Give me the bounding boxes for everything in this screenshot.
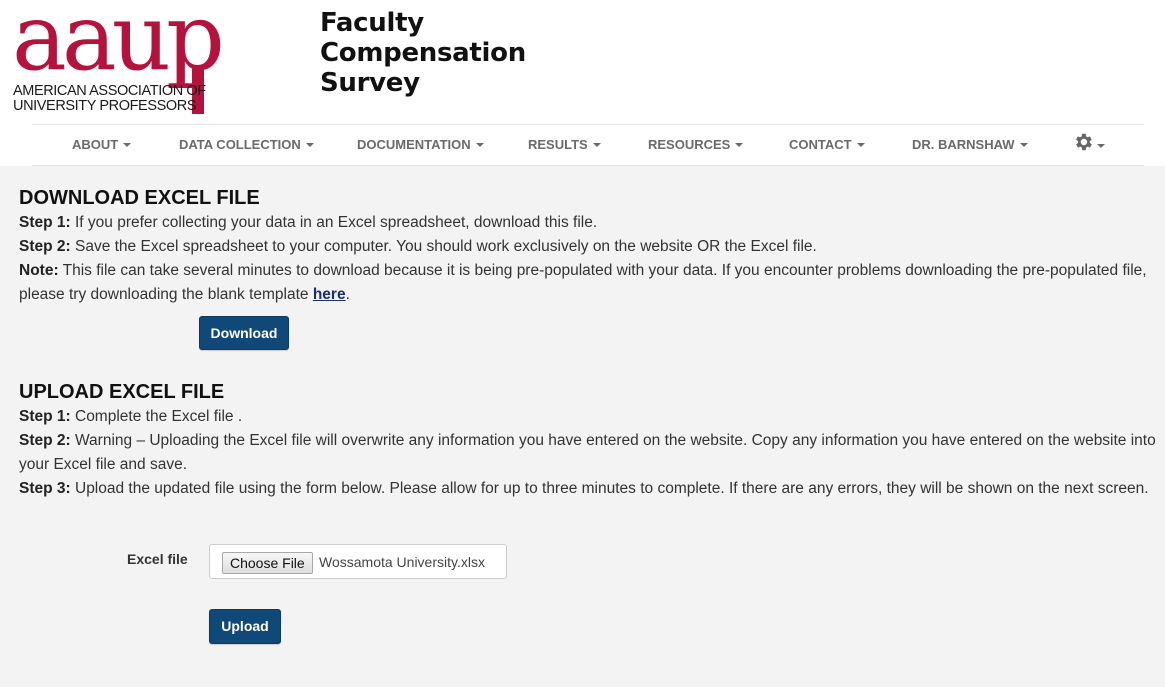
note-label: Note: bbox=[19, 262, 59, 279]
download-step-2: Step 2: Save the Excel spreadsheet to yo… bbox=[19, 235, 1159, 259]
site-title-line3: Survey bbox=[320, 68, 420, 98]
upload-section: UPLOAD EXCEL FILE Step 1: Complete the E… bbox=[19, 380, 1159, 501]
step-text: If you prefer collecting your data in an… bbox=[70, 214, 598, 231]
aaup-logo[interactable]: aaup American Association of University … bbox=[12, 0, 252, 116]
nav-item-data-collection[interactable]: DATA COLLECTION bbox=[179, 137, 314, 152]
caret-down-icon bbox=[1097, 144, 1105, 148]
site-header: aaup American Association of University … bbox=[0, 0, 1165, 166]
step-label: Step 3: bbox=[19, 480, 71, 497]
step-text: Complete the Excel file . bbox=[70, 408, 243, 425]
main-nav: ABOUT DATA COLLECTION DOCUMENTATION RESU… bbox=[32, 124, 1144, 166]
excel-file-label: Excel file bbox=[127, 551, 188, 567]
step-label: Step 1: bbox=[19, 214, 71, 231]
caret-down-icon bbox=[592, 143, 601, 147]
nav-label: DR. BARNSHAW bbox=[912, 137, 1015, 152]
caret-down-icon bbox=[856, 143, 865, 147]
choose-file-button[interactable]: Choose File bbox=[222, 552, 313, 574]
caret-down-icon bbox=[1019, 143, 1028, 147]
upload-heading: UPLOAD EXCEL FILE bbox=[19, 381, 225, 403]
gear-icon bbox=[1076, 133, 1092, 151]
nav-item-user[interactable]: DR. BARNSHAW bbox=[912, 137, 1028, 152]
logo-subtitle: American Association of University Profe… bbox=[13, 84, 206, 114]
step-label: Step 2: bbox=[19, 432, 71, 449]
nav-label: RESULTS bbox=[528, 137, 588, 152]
nav-label: RESOURCES bbox=[648, 137, 731, 152]
nav-label: CONTACT bbox=[789, 137, 852, 152]
download-section: DOWNLOAD EXCEL FILE Step 1: If you prefe… bbox=[19, 186, 1159, 307]
download-button[interactable]: Download bbox=[199, 316, 289, 350]
nav-item-resources[interactable]: RESOURCES bbox=[648, 137, 744, 152]
step-label: Step 1: bbox=[19, 408, 71, 425]
excel-file-input[interactable]: Choose File Wossamota University.xlsx bbox=[209, 544, 507, 579]
upload-step-1: Step 1: Complete the Excel file . bbox=[19, 405, 1159, 429]
settings-menu[interactable] bbox=[1072, 129, 1108, 157]
caret-down-icon bbox=[123, 143, 132, 147]
selected-file-name: Wossamota University.xlsx bbox=[319, 554, 485, 570]
logo-wordmark: aaup bbox=[12, 0, 225, 91]
nav-label: ABOUT bbox=[72, 137, 119, 152]
download-heading: DOWNLOAD EXCEL FILE bbox=[19, 187, 260, 209]
step-label: Step 2: bbox=[19, 238, 71, 255]
caret-down-icon bbox=[305, 143, 314, 147]
logo-subtitle-line2: University Professors bbox=[13, 98, 197, 114]
upload-step-2: Step 2: Warning – Uploading the Excel fi… bbox=[19, 429, 1159, 477]
nav-label: DOCUMENTATION bbox=[357, 137, 471, 152]
nav-item-contact[interactable]: CONTACT bbox=[789, 137, 865, 152]
step-text: Warning – Uploading the Excel file will … bbox=[19, 432, 1156, 473]
caret-down-icon bbox=[475, 143, 484, 147]
note-text: This file can take several minutes to do… bbox=[19, 262, 1147, 303]
upload-step-3: Step 3: Upload the updated file using th… bbox=[19, 477, 1159, 501]
note-end: . bbox=[345, 286, 350, 303]
nav-item-documentation[interactable]: DOCUMENTATION bbox=[357, 137, 484, 152]
download-step-1: Step 1: If you prefer collecting your da… bbox=[19, 211, 1159, 235]
logo-subtitle-line1: American Association of bbox=[13, 83, 206, 99]
download-note: Note: This file can take several minutes… bbox=[19, 259, 1159, 307]
blank-template-link[interactable]: here bbox=[313, 286, 346, 303]
site-title: Faculty Compensation Survey bbox=[320, 8, 526, 98]
nav-label: DATA COLLECTION bbox=[179, 137, 301, 152]
nav-item-about[interactable]: ABOUT bbox=[72, 137, 132, 152]
caret-down-icon bbox=[735, 143, 744, 147]
site-title-line1: Faculty bbox=[320, 8, 424, 38]
upload-button[interactable]: Upload bbox=[209, 609, 281, 644]
nav-item-results[interactable]: RESULTS bbox=[528, 137, 601, 152]
step-text: Upload the updated file using the form b… bbox=[70, 480, 1149, 497]
site-title-line2: Compensation bbox=[320, 38, 526, 68]
step-text: Save the Excel spreadsheet to your compu… bbox=[70, 238, 817, 255]
